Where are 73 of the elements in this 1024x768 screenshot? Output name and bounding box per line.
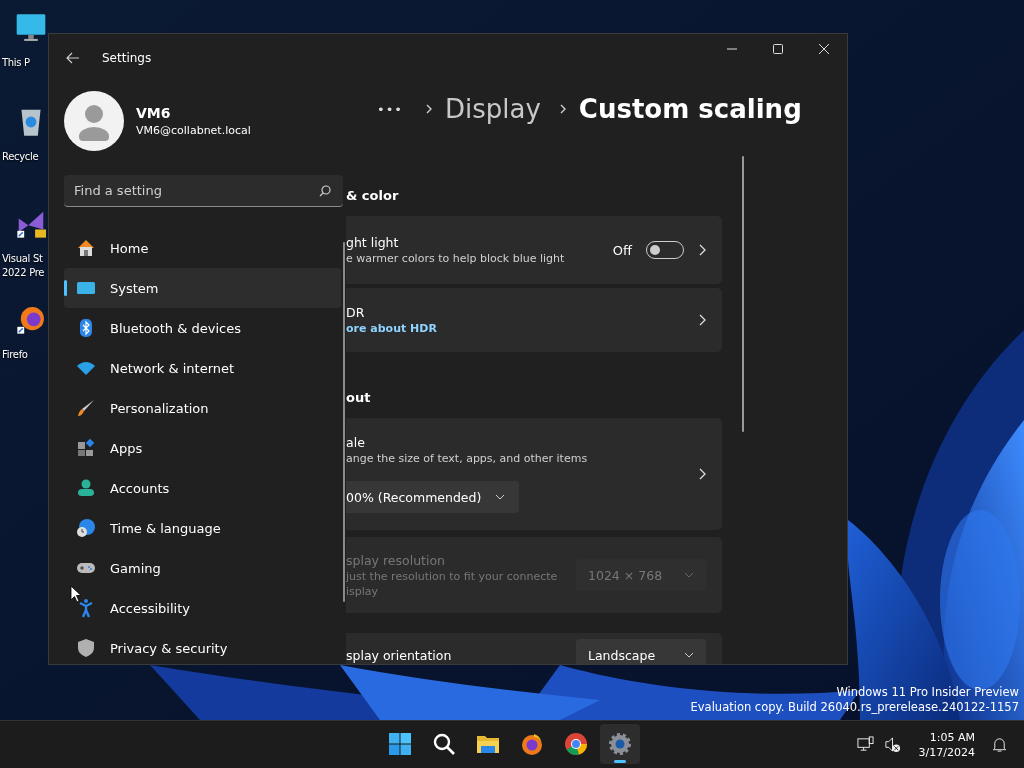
section-heading: out — [346, 390, 372, 407]
more-dots[interactable]: ••• — [377, 101, 403, 117]
setting-card[interactable]: ale ange the size of text, apps, and other items 00% (Recommended) — [346, 418, 722, 530]
breadcrumb-item: Custom scaling — [578, 94, 802, 124]
setting-title: splay resolution — [346, 552, 445, 568]
setting-title: ght light — [346, 235, 399, 250]
brush-icon — [76, 398, 96, 418]
nav-item[interactable]: Accessibility — [64, 588, 341, 628]
dropdown[interactable]: Landscape — [576, 639, 706, 664]
desktop-icon-label: This P — [2, 56, 30, 70]
watermark-text: Windows 11 Pro Insider Preview — [836, 685, 1019, 700]
browser-icon — [564, 732, 588, 756]
desktop-icon-label: 2022 Pre — [2, 266, 45, 280]
windows-logo-icon — [388, 732, 412, 756]
setting-card[interactable]: ght light e warmer colors to help block blue light Off — [346, 216, 722, 284]
scrollbar[interactable] — [343, 242, 345, 602]
browser-icon — [520, 732, 544, 756]
shield-icon — [76, 638, 96, 658]
section-heading: & color — [346, 188, 400, 205]
apps-icon — [76, 438, 96, 458]
setting-description: isplay — [346, 584, 379, 598]
desktop-icon-label: Visual St — [2, 252, 43, 266]
speaker-muted-icon[interactable] — [883, 736, 901, 753]
gear-icon — [608, 732, 632, 756]
person-icon — [76, 478, 96, 498]
clock-time[interactable]: 1:05 AM — [929, 729, 975, 745]
chevron-down-icon — [684, 652, 694, 658]
setting-card[interactable]: splay orientation Landscape — [346, 633, 722, 664]
setting-description: e warmer colors to help block blue light — [346, 252, 565, 265]
clock-date[interactable]: 3/17/2024 — [918, 744, 975, 760]
nav-item[interactable]: Network & internet — [64, 348, 341, 388]
toggle-state-label: Off — [612, 242, 632, 258]
globe-clock-icon — [76, 518, 96, 538]
account-name: VM6 — [136, 105, 172, 121]
back-arrow-icon[interactable] — [66, 52, 80, 64]
chevron-down-icon — [495, 494, 506, 500]
desktop-icon-label: Firefo — [2, 348, 28, 362]
nav-item[interactable]: Apps — [64, 428, 341, 468]
scrollbar[interactable] — [742, 156, 744, 432]
chevron-down-icon — [684, 572, 694, 578]
setting-description: ange the size of text, apps, and other items — [346, 452, 588, 465]
watermark-text: Evaluation copy. Build 26040.rs_prerelease.240122-1157 — [690, 700, 1019, 715]
setting-card[interactable]: DR ore about HDR — [346, 288, 722, 352]
close-icon[interactable] — [819, 44, 829, 54]
chevron-right-icon — [558, 103, 567, 115]
account-email: VM6@collabnet.local — [136, 124, 251, 137]
nav-item[interactable]: System — [64, 268, 341, 308]
setting-title: ale — [346, 435, 365, 450]
search-field[interactable]: Find a setting — [64, 175, 343, 207]
learn-more-link[interactable]: ore about HDR — [346, 322, 437, 335]
chevron-right-icon — [425, 103, 433, 115]
setting-description: just the resolution to fit your connecte — [346, 569, 558, 583]
breadcrumb-item[interactable]: Display — [445, 94, 541, 124]
nav-item[interactable]: Accounts — [64, 468, 341, 508]
cursor-icon — [70, 585, 82, 603]
bell-icon[interactable] — [991, 736, 1008, 753]
network-icon[interactable] — [856, 736, 874, 753]
avatar-icon[interactable] — [64, 91, 124, 151]
search-icon — [319, 185, 331, 197]
setting-title: splay orientation — [346, 648, 452, 663]
search-icon — [432, 732, 456, 756]
house-icon — [76, 238, 96, 258]
desktop-icon-label: Recycle — [2, 150, 39, 164]
maximize-icon[interactable] — [773, 44, 783, 54]
nav-item[interactable]: Bluetooth & devices — [64, 308, 341, 348]
nav-item[interactable]: Gaming — [64, 548, 341, 588]
setting-title: DR — [346, 305, 365, 320]
scale-dropdown[interactable]: 00% (Recommended) — [346, 481, 520, 513]
window-title: Settings — [102, 51, 152, 65]
nav-item[interactable]: Time & language — [64, 508, 341, 548]
nav-item[interactable]: Personalization — [64, 388, 341, 428]
nav-item[interactable]: Privacy & security — [64, 628, 341, 664]
nav-item[interactable]: Home — [64, 228, 341, 268]
